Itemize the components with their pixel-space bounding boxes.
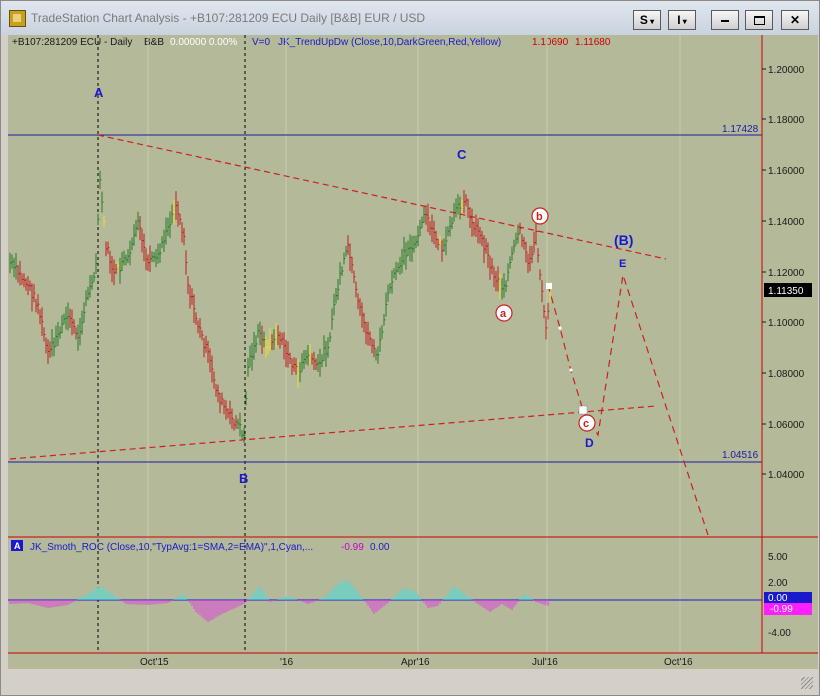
x-label-jul16: Jul'16 xyxy=(532,657,558,668)
chart-window: TradeStation Chart Analysis - +B107:2812… xyxy=(0,0,820,696)
header-val2: 1.11680 xyxy=(575,37,611,48)
roc-header-indicator: JK_Smoth_ROC (Close,10,"TypAvg:1=SMA,2=E… xyxy=(30,542,313,553)
y-tick-6: 1.10000 xyxy=(768,318,805,329)
roc-tick-5: -4.00 xyxy=(768,628,791,639)
wave-label-a-minor: a xyxy=(500,308,507,320)
window-title: TradeStation Chart Analysis - +B107:2812… xyxy=(31,11,426,25)
roc-badge-label: A xyxy=(14,541,21,551)
wave-label-e: E xyxy=(619,258,626,270)
roc-header-val2: 0.00 xyxy=(370,542,390,553)
i-menu-button[interactable]: I ▾ xyxy=(668,10,696,30)
roc-zero-label: 0.00 xyxy=(768,593,788,604)
roc-header-val1: -0.99 xyxy=(341,542,364,553)
minimize-icon xyxy=(721,19,729,22)
chart-svg[interactable]: +B107:281209 ECU - Daily B&B 0.00000 0.0… xyxy=(8,35,818,669)
x-label-oct16: Oct'16 xyxy=(664,657,693,668)
x-label-apr16: Apr'16 xyxy=(401,657,430,668)
header-values: 0.00000 0.00% xyxy=(170,37,237,48)
wave-label-c-major: C xyxy=(457,147,467,162)
s-menu-button[interactable]: S ▾ xyxy=(633,10,661,30)
y-tick-2: 1.18000 xyxy=(768,115,805,126)
close-button[interactable]: ✕ xyxy=(781,10,809,30)
projection-dot-2 xyxy=(569,368,573,372)
status-bar xyxy=(1,671,819,695)
header-bb: B&B xyxy=(144,37,164,48)
y-tick-7: 1.08000 xyxy=(768,369,805,380)
y-tick-5: 1.12000 xyxy=(768,268,805,279)
header-indicator: JK_TrendUpDw (Close,10,DarkGreen,Red,Yel… xyxy=(278,37,501,48)
projection-point-c[interactable] xyxy=(578,405,588,415)
x-label-oct15: Oct'15 xyxy=(140,657,169,668)
title-bar[interactable]: TradeStation Chart Analysis - +B107:2812… xyxy=(1,1,819,35)
s-menu-label: S xyxy=(639,13,648,27)
tradestation-app-icon xyxy=(9,10,26,27)
restore-icon xyxy=(753,16,765,26)
wave-label-b-major: B xyxy=(239,471,248,486)
y-tick-3: 1.16000 xyxy=(768,166,805,177)
wave-label-big-b: (B) xyxy=(614,232,633,248)
roc-tick-2: 2.00 xyxy=(768,578,788,589)
projection-point-1[interactable] xyxy=(546,283,552,289)
roc-tick-1: 5.00 xyxy=(768,552,788,563)
y-tick-9: 1.04000 xyxy=(768,470,805,481)
chart-background xyxy=(8,35,818,669)
header-symbol: +B107:281209 ECU - Daily xyxy=(12,37,132,48)
projection-dot-1 xyxy=(558,326,562,330)
resize-grip-icon[interactable] xyxy=(801,677,813,689)
header-val1: 1.10690 xyxy=(532,37,569,48)
wave-label-b-minor: b xyxy=(536,211,543,223)
x-label-16: '16 xyxy=(280,657,293,668)
header-v0: V=0 xyxy=(252,37,271,48)
y-tick-1: 1.20000 xyxy=(768,65,805,76)
wave-label-d: D xyxy=(585,436,594,450)
y-tick-8: 1.06000 xyxy=(768,420,805,431)
minimize-button[interactable] xyxy=(711,10,739,30)
support-label: 1.04516 xyxy=(722,450,759,461)
last-price-label: 1.11350 xyxy=(768,286,804,297)
wave-label-c-minor: c xyxy=(583,418,589,430)
roc-current-label: -0.99 xyxy=(770,604,793,615)
restore-button[interactable] xyxy=(745,10,773,30)
resistance-label: 1.17428 xyxy=(722,124,759,135)
y-tick-4: 1.14000 xyxy=(768,217,805,228)
close-icon: ✕ xyxy=(789,13,801,27)
chart-area[interactable]: +B107:281209 ECU - Daily B&B 0.00000 0.0… xyxy=(8,35,818,669)
wave-label-a-major: A xyxy=(94,85,104,100)
